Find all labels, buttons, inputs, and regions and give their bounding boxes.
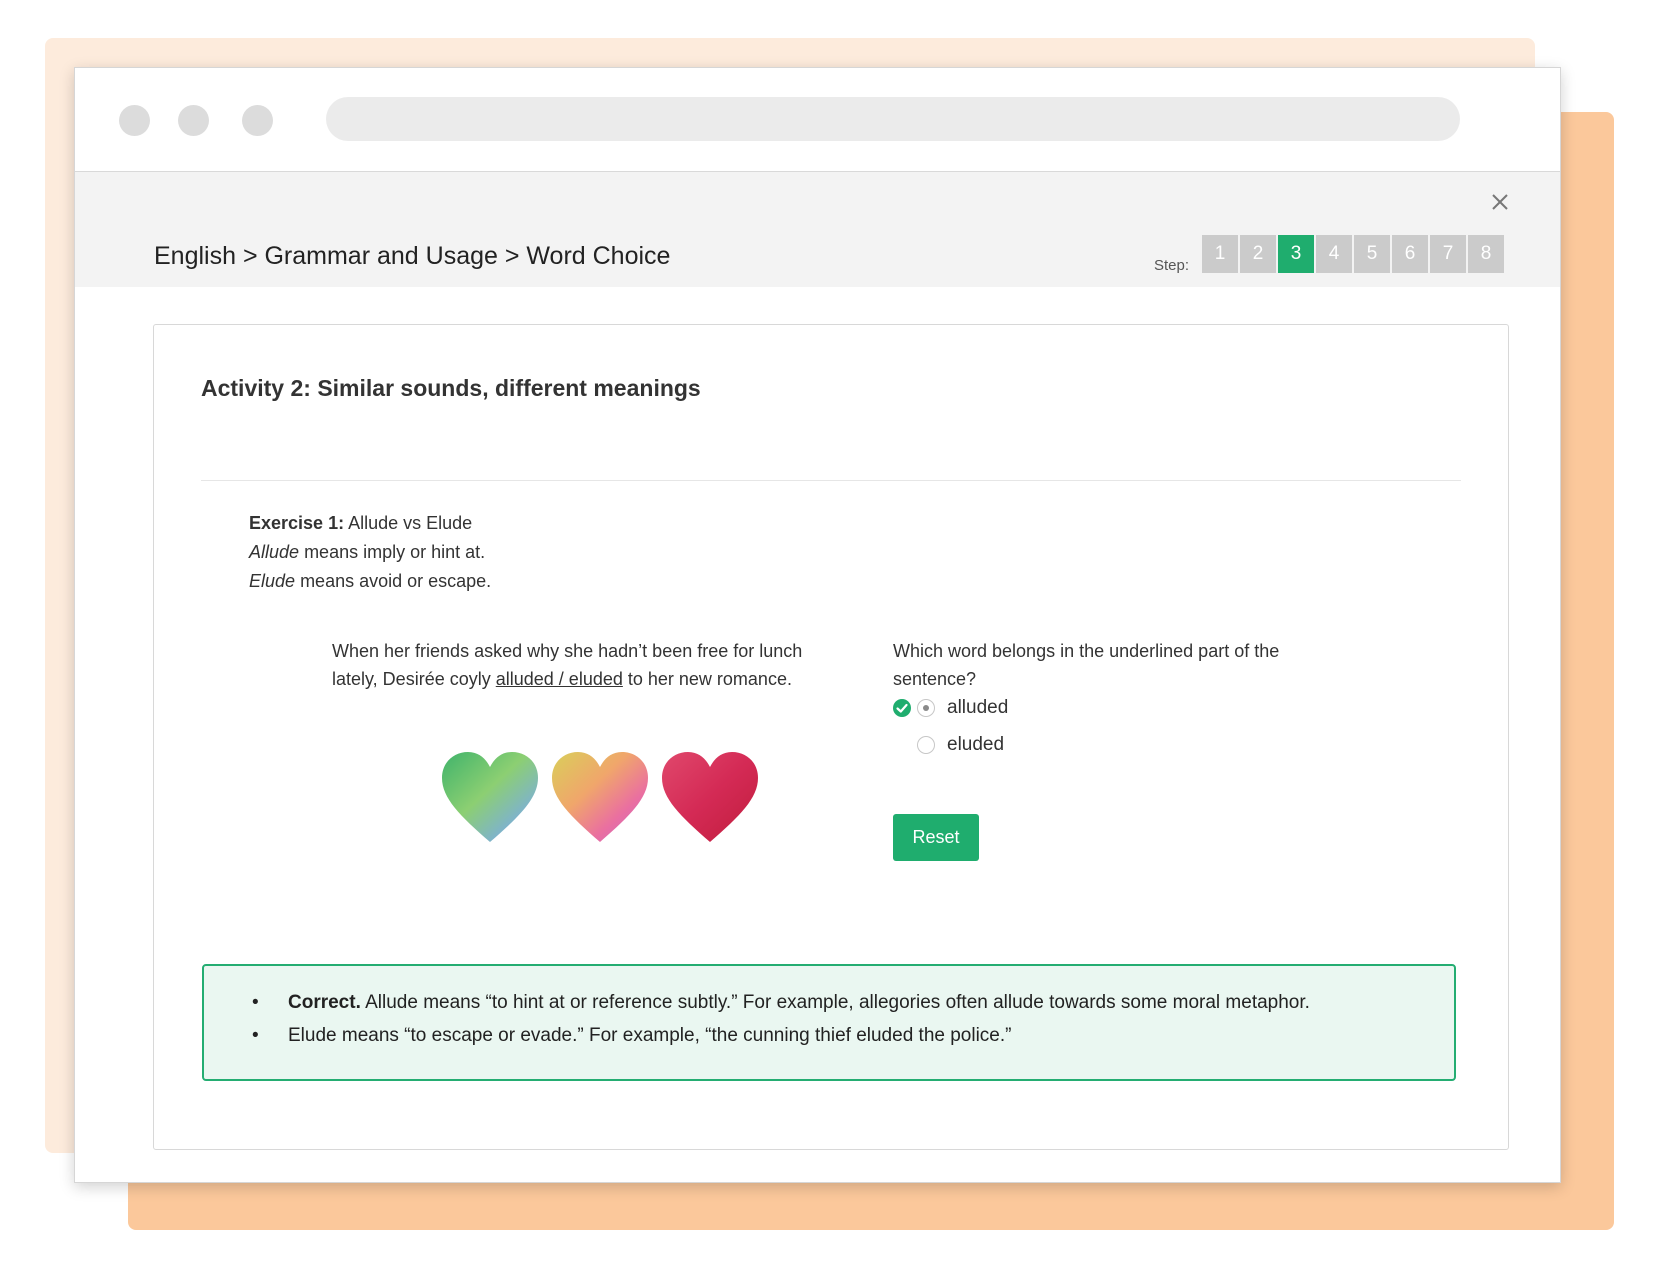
exercise-label: Exercise 1: [249,513,345,533]
definition-allude: Allude means imply or hint at. [249,538,491,567]
hearts-illustration [440,750,760,846]
step-button-2[interactable]: 2 [1240,235,1276,273]
step-button-7[interactable]: 7 [1430,235,1466,273]
activity-card: Activity 2: Similar sounds, different me… [153,324,1509,1150]
reset-button[interactable]: Reset [893,814,979,861]
term-allude: Allude [249,542,300,562]
exercise-title: Allude vs Elude [348,513,473,533]
step-button-3[interactable]: 3 [1278,235,1314,273]
radio-eluded[interactable] [917,736,935,754]
step-button-5[interactable]: 5 [1354,235,1390,273]
feedback-item-elude: • Elude means “to escape or evade.” For … [252,1025,1012,1047]
check-placeholder [893,736,911,754]
definition-elude: Elude means avoid or escape. [249,567,491,596]
window-minimize-dot[interactable] [178,105,209,136]
sentence-after: to her new romance. [627,669,792,689]
sentence-underlined-choice: alluded / eluded [495,669,623,689]
exercise-heading: Exercise 1: Allude vs Elude [249,509,491,538]
address-bar[interactable] [326,97,1460,141]
browser-window: English > Grammar and Usage > Word Choic… [74,67,1561,1183]
feedback-correct-label: Correct. [288,992,361,1013]
definition-allude-text: means imply or hint at. [304,542,486,562]
feedback-elude-text: Elude means “to escape or evade.” For ex… [288,1025,1012,1046]
term-elude: Elude [249,571,296,591]
close-icon[interactable] [1490,192,1510,212]
option-eluded[interactable]: eluded [893,734,1004,756]
step-label: Step: [1154,257,1190,274]
divider [201,480,1461,481]
bullet: • [252,992,259,1013]
step-navigation: 1 2 3 4 5 6 7 8 [1202,235,1504,273]
green-heart-image [442,752,538,842]
lesson-header: English > Grammar and Usage > Word Choic… [75,172,1560,287]
step-button-1[interactable]: 1 [1202,235,1238,273]
step-button-8[interactable]: 8 [1468,235,1504,273]
exercise-sentence: When her friends asked why she hadn’t be… [332,637,807,693]
browser-toolbar [75,68,1560,173]
step-button-4[interactable]: 4 [1316,235,1352,273]
exercise-description: Exercise 1: Allude vs Elude Allude means… [249,509,491,596]
breadcrumb: English > Grammar and Usage > Word Choic… [154,242,671,270]
step-button-6[interactable]: 6 [1392,235,1428,273]
definition-elude-text: means avoid or escape. [300,571,492,591]
rainbow-heart-image [552,752,648,842]
bullet: • [252,1025,259,1046]
activity-title: Activity 2: Similar sounds, different me… [201,375,701,401]
radio-alluded[interactable] [917,699,935,717]
option-alluded-label: alluded [947,697,1009,718]
feedback-box: • Correct. Allude means “to hint at or r… [202,964,1456,1081]
question-prompt: Which word belongs in the underlined par… [893,641,1280,689]
feedback-allude-text: Allude means “to hint at or reference su… [365,992,1310,1013]
radio-selected-dot [923,705,929,711]
red-heart-image [662,752,758,842]
option-alluded[interactable]: alluded [893,697,1008,719]
check-circle-icon [893,699,911,717]
window-close-dot[interactable] [119,105,150,136]
feedback-item-correct: • Correct. Allude means “to hint at or r… [252,992,1310,1014]
option-eluded-label: eluded [947,734,1005,755]
window-maximize-dot[interactable] [242,105,273,136]
